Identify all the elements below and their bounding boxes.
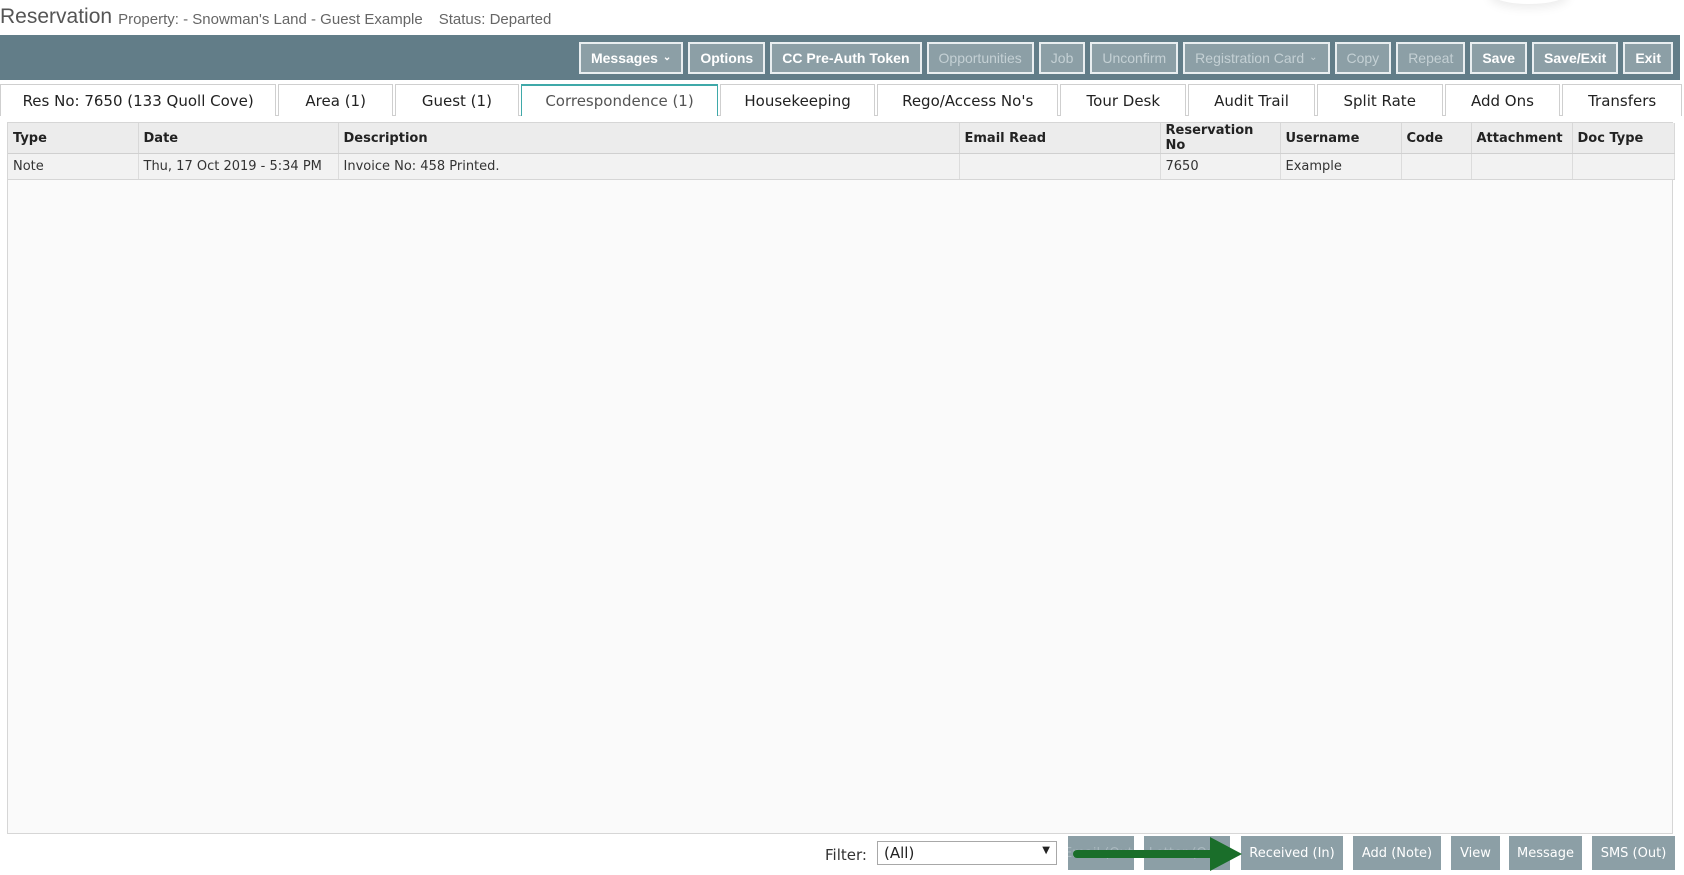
- received-in-button[interactable]: Received (In): [1241, 836, 1343, 870]
- save-exit-label: Save/Exit: [1544, 49, 1607, 66]
- sms-out-label: SMS (Out): [1600, 845, 1667, 861]
- tab-tour-desk[interactable]: Tour Desk: [1060, 84, 1187, 116]
- options-label: Options: [700, 49, 754, 66]
- footer-bar: Filter: (All) ▼ Email (Out) Letter (Out)…: [0, 834, 1684, 874]
- chevron-down-icon: ⌄: [662, 52, 672, 63]
- tab-label: Split Rate: [1343, 91, 1416, 110]
- cell-doc-type: [1572, 153, 1675, 180]
- exit-label: Exit: [1635, 49, 1661, 66]
- tab-add-ons[interactable]: Add Ons: [1444, 84, 1561, 116]
- tab-label: Transfers: [1588, 91, 1657, 110]
- filter-select[interactable]: (All) ▼: [877, 841, 1057, 865]
- tab-transfers[interactable]: Transfers: [1562, 84, 1682, 116]
- cell-email-read: [959, 153, 1161, 180]
- column-header-type[interactable]: Type: [8, 123, 139, 154]
- received-in-label: Received (In): [1249, 845, 1335, 861]
- cell-code: [1401, 153, 1472, 180]
- column-header-username[interactable]: Username: [1280, 123, 1402, 154]
- add-note-button[interactable]: Add (Note): [1353, 836, 1441, 870]
- unconfirm-button[interactable]: Unconfirm: [1090, 41, 1179, 74]
- correspondence-table: Type Date Description Email Read Reserva…: [8, 123, 1675, 180]
- repeat-label: Repeat: [1408, 49, 1454, 66]
- tab-split-rate[interactable]: Split Rate: [1316, 84, 1443, 116]
- registration-card-button[interactable]: Registration Card ⌄: [1183, 41, 1330, 74]
- filter-label: Filter:: [825, 846, 867, 864]
- dropdown-arrow-icon: ▼: [1042, 845, 1050, 856]
- tab-label: Add Ons: [1470, 91, 1534, 110]
- reservation-tabs: Res No: 7650 (133 Quoll Cove) Area (1) G…: [0, 84, 1682, 116]
- table-header-row: Type Date Description Email Read Reserva…: [8, 123, 1675, 154]
- tab-label: Area (1): [305, 91, 366, 110]
- correspondence-grid: Type Date Description Email Read Reserva…: [7, 122, 1675, 834]
- tab-housekeeping[interactable]: Housekeeping: [720, 84, 875, 116]
- unconfirm-label: Unconfirm: [1102, 49, 1167, 66]
- action-toolbar: Messages ⌄ Options CC Pre-Auth Token Opp…: [0, 35, 1680, 80]
- tab-correspondence[interactable]: Correspondence (1): [520, 84, 719, 116]
- cell-type: Note: [8, 153, 139, 180]
- tab-area[interactable]: Area (1): [278, 84, 394, 116]
- tab-label: Housekeeping: [744, 91, 851, 110]
- tab-label: Guest (1): [421, 91, 492, 110]
- tab-audit-trail[interactable]: Audit Trail: [1188, 84, 1315, 116]
- cc-pre-auth-token-button[interactable]: CC Pre-Auth Token: [770, 41, 922, 74]
- save-label: Save: [1482, 49, 1516, 66]
- cell-date: Thu, 17 Oct 2019 - 5:34 PM: [138, 153, 339, 180]
- column-header-date[interactable]: Date: [138, 123, 339, 154]
- job-label: Job: [1050, 49, 1074, 66]
- tab-label: Rego/Access No's: [902, 91, 1034, 110]
- tab-rego-access[interactable]: Rego/Access No's: [876, 84, 1059, 116]
- column-header-code[interactable]: Code: [1401, 123, 1472, 154]
- registration-card-label: Registration Card: [1195, 49, 1305, 66]
- sms-out-button[interactable]: SMS (Out): [1592, 836, 1675, 870]
- messages-label: Messages: [590, 49, 658, 66]
- arrow-head: [1210, 837, 1242, 871]
- repeat-button[interactable]: Repeat: [1396, 41, 1466, 74]
- exit-button[interactable]: Exit: [1623, 41, 1673, 74]
- cell-description: Invoice No: 458 Printed.: [338, 153, 960, 180]
- cc-pre-auth-label: CC Pre-Auth Token: [782, 49, 910, 66]
- annotation-arrow-icon: [1073, 837, 1242, 871]
- cell-attachment: [1471, 153, 1573, 180]
- message-label: Message: [1517, 845, 1574, 861]
- tab-res-no[interactable]: Res No: 7650 (133 Quoll Cove): [0, 84, 277, 116]
- tab-label: Correspondence (1): [545, 92, 694, 110]
- tab-label: Res No: 7650 (133 Quoll Cove): [22, 91, 254, 110]
- reservation-status: Status: Departed: [438, 11, 552, 28]
- add-note-label: Add (Note): [1361, 845, 1433, 861]
- opportunities-button[interactable]: Opportunities: [926, 41, 1034, 74]
- cell-username: Example: [1280, 153, 1402, 180]
- filter-value: (All): [884, 844, 915, 862]
- page-title: Reservation: [0, 5, 113, 28]
- column-header-description[interactable]: Description: [338, 123, 960, 154]
- copy-button[interactable]: Copy: [1334, 41, 1392, 74]
- view-label: View: [1460, 845, 1491, 861]
- copy-label: Copy: [1346, 49, 1380, 66]
- chevron-down-icon: ⌄: [1309, 52, 1318, 63]
- column-header-attachment[interactable]: Attachment: [1471, 123, 1573, 154]
- column-header-reservation-no[interactable]: Reservation No: [1160, 123, 1281, 154]
- opportunities-label: Opportunities: [938, 49, 1022, 66]
- message-button[interactable]: Message: [1509, 836, 1582, 870]
- column-header-email-read[interactable]: Email Read: [959, 123, 1161, 154]
- view-button[interactable]: View: [1451, 836, 1500, 870]
- save-button[interactable]: Save: [1470, 41, 1528, 74]
- tab-label: Tour Desk: [1086, 91, 1161, 110]
- property-guest-info: Property: - Snowman's Land - Guest Examp…: [118, 11, 423, 28]
- tab-guest[interactable]: Guest (1): [395, 84, 519, 116]
- options-button[interactable]: Options: [688, 41, 766, 74]
- title-bar: Reservation Property: - Snowman's Land -…: [0, 0, 1684, 36]
- table-row[interactable]: Note Thu, 17 Oct 2019 - 5:34 PM Invoice …: [8, 153, 1675, 180]
- column-header-doc-type[interactable]: Doc Type: [1572, 123, 1675, 154]
- messages-button[interactable]: Messages ⌄: [578, 41, 684, 74]
- tab-label: Audit Trail: [1214, 91, 1289, 110]
- cell-reservation-no: 7650: [1160, 153, 1281, 180]
- save-exit-button[interactable]: Save/Exit: [1532, 41, 1619, 74]
- job-button[interactable]: Job: [1038, 41, 1086, 74]
